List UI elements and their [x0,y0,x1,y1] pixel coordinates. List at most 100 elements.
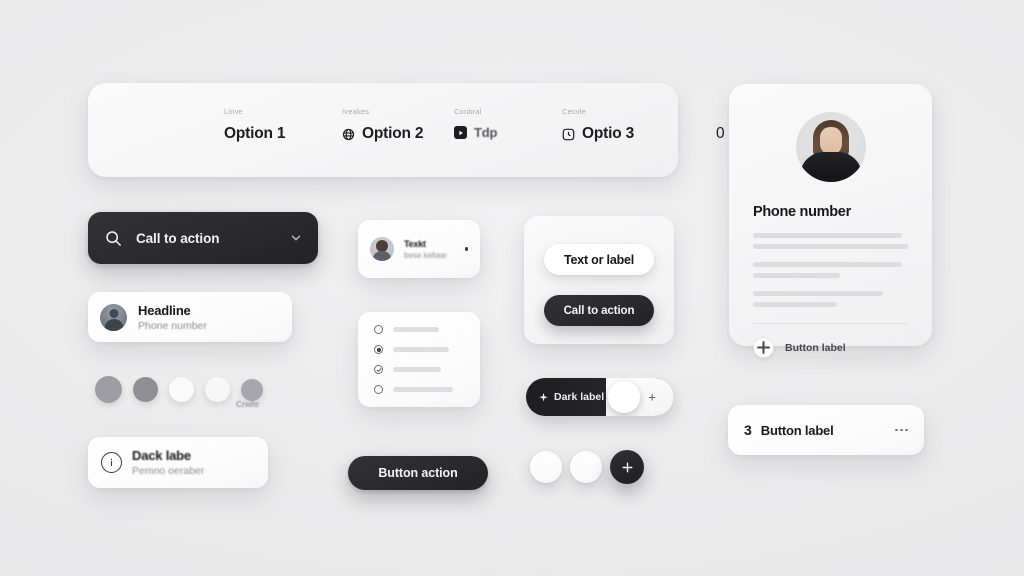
stat-item-4[interactable]: 0 [716,107,725,143]
stats-bar: Linve Option 1 Iveakes Option 2 Conbral [88,83,725,177]
skeleton-bar [753,233,902,238]
headline-list-item[interactable]: Headline Phone number [88,292,292,342]
stat-label: Cecvle [562,107,587,116]
stat-value-wrap: Option 2 [342,125,423,143]
chevron-down-icon[interactable] [290,232,302,244]
play-square-icon [454,126,467,139]
stat-value: Option 1 [224,125,286,142]
avatar-body [799,152,862,182]
swatch-3[interactable] [205,377,230,402]
list-item[interactable] [374,325,480,334]
button-action[interactable]: Button action [348,456,488,490]
count-card[interactable]: 3 Button label [728,405,924,455]
profile-title: Phone number [753,204,851,220]
info-title: Dack labe [132,448,191,463]
call-to-action-button[interactable]: Call to action [544,295,654,326]
divider [753,323,908,324]
avatar [370,237,394,261]
color-swatch-row [95,376,263,403]
dot-icon[interactable] [464,247,468,251]
count-card-label: Button label [760,422,834,438]
stat-value-wrap: Tdp [454,125,497,140]
list-item[interactable] [374,365,480,374]
clock-icon [562,128,575,141]
swatch-1[interactable] [133,377,158,402]
profile-action-label: Button label [785,341,846,354]
search-icon[interactable] [104,229,123,248]
fab-row [530,450,644,484]
stat-value-wrap: Optio 3 [562,125,634,143]
swatch-2[interactable] [169,377,194,402]
stat-label [716,107,724,116]
swatch-4[interactable] [241,378,263,401]
stat-item-3[interactable]: Cecvle Optio 3 [562,107,634,143]
button-group-card: Text or label Call to action [524,216,674,344]
headline-title: Headline [138,302,191,318]
mini-user-text-group: Texkt bese keltaw [404,239,446,260]
count-badge: 3 [744,422,752,438]
stat-label: Iveakes [342,107,370,116]
skeleton-group-1 [753,262,908,278]
search-select-bar[interactable]: Call to action [88,212,318,264]
mini-user-subtitle: bese keltaw [404,250,447,260]
toggle-knob[interactable] [608,381,640,413]
skeleton-bar [393,387,453,392]
stat-label: Conbral [454,107,482,116]
search-input-label[interactable]: Call to action [136,231,277,246]
stat-item-2[interactable]: Conbral Tdp [454,107,497,140]
dark-label-toggle[interactable]: Dark label + [526,378,674,416]
avatar [100,303,127,331]
mini-user-title: Texkt [404,238,426,249]
stat-label: Linve [224,107,243,116]
stat-value: Option 2 [362,125,424,142]
skeleton-bar [753,291,884,296]
headline-subtitle: Phone number [138,319,207,332]
skeleton-group-2 [753,291,908,307]
toggle-label-group: Dark label [526,391,604,403]
skeleton-bar [393,327,439,332]
fab-blank-2[interactable] [570,451,602,483]
info-icon [101,452,122,473]
stat-value: Optio 3 [582,125,634,142]
components-showcase-canvas: Linve Option 1 Iveakes Option 2 Conbral [0,0,1024,576]
skeleton-bar [753,244,908,249]
swatch-0[interactable] [95,376,122,403]
skeleton-bar [753,262,902,267]
skeleton-bar [753,302,837,307]
more-horizontal-icon[interactable] [895,428,908,432]
list-item[interactable] [374,385,480,394]
skeleton-bar [393,347,449,352]
skeleton-group-0 [753,233,908,249]
profile-card: Phone number Button label [729,84,932,358]
stat-item-1[interactable]: Iveakes Option 2 [342,107,423,143]
skeleton-bar [753,273,840,278]
spark-icon [539,392,548,402]
fab-blank-1[interactable] [530,451,562,483]
fab-add[interactable] [610,450,644,484]
radio-icon[interactable] [374,385,383,394]
option-list-card [358,312,480,407]
text-label-pill[interactable]: Text or label [544,244,654,275]
stat-item-0[interactable]: Linve Option 1 [224,107,285,143]
stat-value: Tdp [474,125,498,140]
headline-text-group: Headline Phone number [138,303,207,332]
mini-user-card[interactable]: Texkt bese keltaw [358,220,480,278]
avatar [795,112,866,182]
stat-value-wrap: Option 1 [224,125,285,143]
check-icon[interactable] [374,365,383,374]
plus-icon[interactable]: + [648,391,656,404]
globe-icon [342,128,355,141]
radio-selected-icon[interactable] [374,345,383,354]
skeleton-bar [393,367,441,372]
list-item[interactable] [374,345,480,354]
radio-icon[interactable] [374,325,383,334]
swatch-caption: Crwhr [236,400,260,409]
profile-action-row[interactable]: Button label [753,337,908,358]
stat-value: 0 [716,125,725,142]
toggle-label: Dark label [554,391,605,403]
info-text-group: Dack labe Pemno oeraber [132,448,204,477]
plus-icon[interactable] [753,337,774,358]
info-list-item[interactable]: Dack labe Pemno oeraber [88,437,268,488]
info-subtitle: Pemno oeraber [132,465,205,477]
stat-value-wrap: 0 [716,125,725,143]
